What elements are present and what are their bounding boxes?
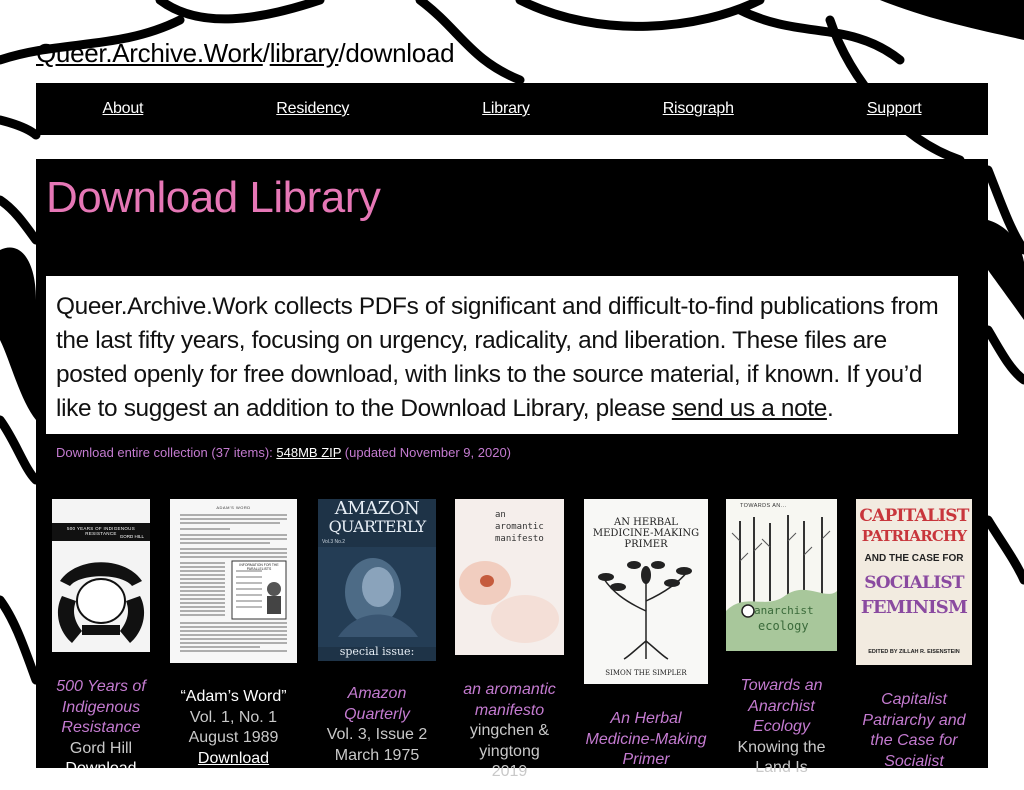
item-date: March 1975 bbox=[334, 746, 420, 764]
main-content: Download Library Queer.Archive.Work coll… bbox=[36, 159, 988, 787]
cover-illustration bbox=[598, 561, 692, 660]
cover-title-text-2: QUARTERLY bbox=[328, 517, 427, 536]
cover-subtitle-text: INFORMATION FOR THE PARALLELISTS bbox=[239, 563, 279, 571]
list-item: 500 Years of Indigenous Resistance Gord … bbox=[52, 677, 150, 780]
item-date: 2019 bbox=[491, 763, 528, 780]
download-all-prefix: Download entire collection (37 items): bbox=[56, 445, 277, 460]
cover-title-text-3: AND THE CASE FOR bbox=[864, 553, 964, 564]
item-title-link[interactable]: Towards an Anarchist Ecology bbox=[726, 676, 837, 738]
cover-title-line: manifesto bbox=[495, 534, 544, 544]
cover-title-text: CAPITALIST bbox=[859, 506, 969, 526]
item-title-link[interactable]: An Herbal Medicine-Making Primer bbox=[584, 709, 708, 771]
page-title: Download Library bbox=[46, 173, 381, 222]
breadcrumb-separator: / bbox=[262, 38, 270, 68]
download-all-suffix: (updated November 9, 2020) bbox=[341, 445, 512, 460]
intro-text: Queer.Archive.Work collects PDFs of sign… bbox=[46, 276, 958, 434]
cover-title-text-4: SOCIALIST bbox=[864, 573, 964, 593]
cover-title-text-2: PATRIARCHY bbox=[861, 527, 967, 545]
cover-illustration bbox=[318, 547, 436, 647]
item-subtitle: Land Is bbox=[755, 759, 808, 776]
breadcrumb: Queer.Archive.Work/library/download bbox=[36, 38, 455, 69]
item-issue: Vol. 1, No. 1 bbox=[189, 708, 278, 726]
cover-amazon-quarterly[interactable]: AMAZON QUARTERLY Vol.3 No.2 special issu… bbox=[318, 499, 436, 661]
nav-item-support[interactable]: Support bbox=[867, 100, 922, 118]
item-title-link[interactable]: Amazon Quarterly bbox=[318, 684, 436, 725]
cover-title-line: AN HERBAL bbox=[614, 517, 678, 528]
list-item: an aromantic manifesto yingchen & yingto… bbox=[455, 680, 564, 783]
cover-title-line: an bbox=[495, 510, 506, 520]
cover-title-line: aromantic bbox=[495, 522, 544, 532]
nav-item-risograph[interactable]: Risograph bbox=[663, 100, 734, 118]
cover-title-text-2: anarchist bbox=[754, 604, 814, 617]
breadcrumb-library-link[interactable]: library bbox=[270, 38, 339, 68]
cover-title-text-5: FEMINISM bbox=[860, 597, 968, 618]
item-title-link[interactable]: 500 Years of Indigenous Resistance bbox=[52, 677, 150, 739]
list-item: Towards an Anarchist Ecology Knowing the… bbox=[726, 676, 837, 779]
list-item: “Adam’s Word” Vol. 1, No. 1 August 1989 … bbox=[170, 687, 297, 790]
cover-author-text: SIMON THE SIMPLER bbox=[605, 669, 687, 677]
cover-author-text: EDITED BY ZILLAH R. EISENSTEIN bbox=[868, 649, 960, 655]
download-all-line: Download entire collection (37 items): 5… bbox=[56, 445, 511, 460]
download-zip-link[interactable]: 548MB ZIP bbox=[276, 445, 341, 460]
item-author: yingchen & bbox=[469, 722, 550, 739]
cover-aromantic-manifesto[interactable]: an aromantic manifesto bbox=[455, 499, 564, 655]
item-issue: Vol. 3, Issue 2 bbox=[326, 726, 428, 743]
item-title-link[interactable]: Capitalist Patriarchy and the Case for S… bbox=[856, 690, 972, 772]
list-item: Amazon Quarterly Vol. 3, Issue 2 March 1… bbox=[318, 684, 436, 766]
item-subtitle: Knowing the bbox=[737, 738, 826, 756]
nav-item-about[interactable]: About bbox=[102, 100, 143, 118]
cover-adams-word[interactable]: ADAM'S WORD INFORMATION FOR THE PARALLEL… bbox=[170, 499, 297, 663]
cover-title-block: AN HERBAL MEDICINE-MAKING PRIMER bbox=[584, 517, 708, 550]
item-download-link[interactable]: Download 54.3MB bbox=[170, 749, 297, 790]
breadcrumb-home-link[interactable]: Queer.Archive.Work bbox=[36, 38, 263, 68]
cover-title-line: PRIMER bbox=[624, 539, 668, 550]
item-date: August 1989 bbox=[188, 729, 279, 746]
send-note-link[interactable]: send us a note bbox=[672, 395, 827, 422]
nav-item-residency[interactable]: Residency bbox=[276, 100, 349, 118]
cover-title-text: TOWARDS AN... bbox=[740, 503, 787, 509]
nav-item-library[interactable]: Library bbox=[482, 100, 530, 118]
cover-title-block: an aromantic manifesto bbox=[495, 509, 544, 545]
cover-illustration bbox=[57, 562, 145, 643]
cover-500-years[interactable]: 500 YEARS OF INDIGENOUS RESISTANCE GORD … bbox=[52, 499, 150, 652]
cover-title-text: AMAZON bbox=[334, 499, 420, 519]
list-item: Capitalist Patriarchy and the Case for S… bbox=[856, 690, 972, 772]
cover-volume-text: Vol.3 No.2 bbox=[322, 539, 346, 545]
cover-herbal-primer[interactable]: AN HERBAL MEDICINE-MAKING PRIMER SIMON T… bbox=[584, 499, 708, 684]
item-author: yingtong bbox=[479, 742, 540, 760]
cover-author-text: GORD HILL bbox=[119, 534, 144, 539]
cover-special-text: special issue: bbox=[339, 645, 415, 658]
cover-capitalist-patriarchy[interactable]: CAPITALIST PATRIARCHY AND THE CASE FOR S… bbox=[856, 499, 972, 665]
item-download-link[interactable]: Download bbox=[52, 759, 150, 780]
cover-title-line: MEDICINE-MAKING bbox=[592, 528, 700, 539]
cover-illustration bbox=[459, 561, 559, 643]
cover-title-text-3: ecology bbox=[758, 619, 809, 633]
cover-illustration bbox=[180, 514, 287, 652]
breadcrumb-current: download bbox=[345, 38, 455, 68]
cover-anarchist-ecology[interactable]: TOWARDS AN... anarchist ecology bbox=[726, 499, 837, 651]
main-nav: About Residency Library Risograph Suppor… bbox=[36, 83, 988, 135]
list-item: An Herbal Medicine-Making Primer bbox=[584, 709, 708, 771]
intro-end: . bbox=[826, 395, 834, 422]
item-author: Gord Hill bbox=[69, 739, 133, 757]
item-title-link[interactable]: an aromantic manifesto bbox=[455, 680, 564, 721]
item-title-link[interactable]: “Adam’s Word” bbox=[170, 687, 297, 708]
